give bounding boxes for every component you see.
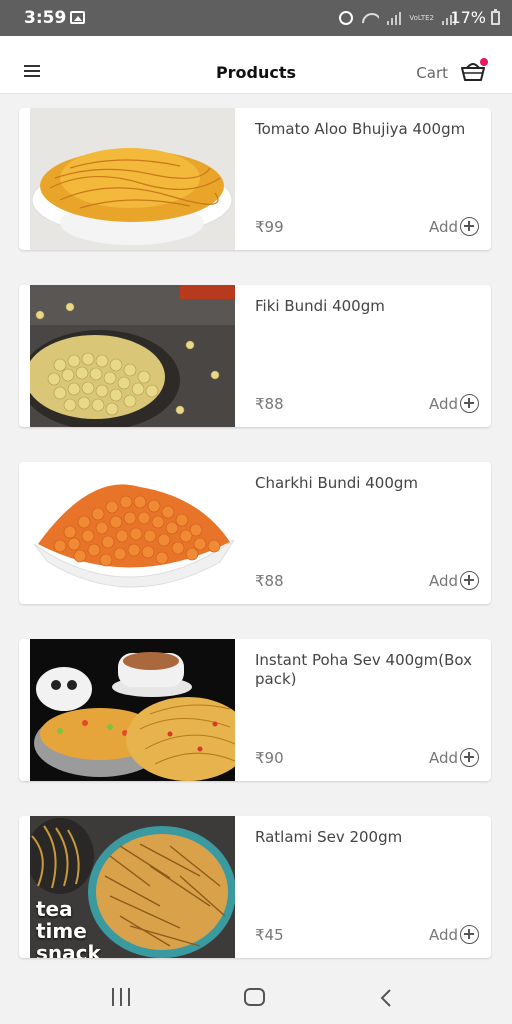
- add-to-cart-button[interactable]: Add: [429, 748, 479, 767]
- product-name: Fiki Bundi 400gm: [255, 297, 385, 315]
- product-name: Charkhi Bundi 400gm: [255, 474, 418, 492]
- caption-line-2: time: [36, 919, 87, 943]
- product-image-ratlami-sev[interactable]: tea time snack: [30, 816, 235, 958]
- system-nav-bar: [0, 968, 512, 1024]
- plus-circle-icon: [460, 217, 479, 236]
- add-label: Add: [428, 217, 458, 236]
- product-card[interactable]: Fiki Bundi 400gm ₹88 Add: [19, 285, 491, 427]
- caption-line-3: snack: [36, 941, 101, 958]
- product-image-fiki-bundi[interactable]: [30, 285, 235, 427]
- product-name: Tomato Aloo Bhujiya 400gm: [255, 120, 466, 138]
- add-label: Add: [428, 925, 458, 944]
- home-icon[interactable]: [244, 988, 265, 1006]
- status-icons: VoLTE2: [339, 9, 456, 27]
- product-name: Ratlami Sev 200gm: [255, 828, 403, 846]
- product-card[interactable]: tea time snack Ratlami Sev 200gm ₹45 Add: [19, 816, 491, 958]
- status-bar: 3:59 VoLTE2 17%: [0, 0, 512, 36]
- status-time: 3:59: [24, 8, 67, 28]
- plus-circle-icon: [460, 394, 479, 413]
- add-to-cart-button[interactable]: Add: [429, 925, 479, 944]
- product-image-poha-sev[interactable]: [30, 639, 235, 781]
- app-header: Products Cart: [0, 36, 512, 94]
- plus-circle-icon: [460, 571, 479, 590]
- cart-badge: [480, 58, 488, 66]
- plus-circle-icon: [460, 925, 479, 944]
- cart-basket-icon[interactable]: [460, 58, 488, 82]
- product-image-bhujiya[interactable]: [30, 108, 235, 250]
- product-name: Instant Poha Sev 400gm(Box pack): [255, 651, 473, 688]
- product-price: ₹99: [255, 218, 284, 236]
- product-card[interactable]: Charkhi Bundi 400gm ₹88 Add: [19, 462, 491, 604]
- caption-line-1: tea: [36, 897, 73, 921]
- add-label: Add: [428, 394, 458, 413]
- product-card[interactable]: Instant Poha Sev 400gm(Box pack) ₹90 Add: [19, 639, 491, 781]
- wifi-icon: [361, 11, 379, 25]
- signal-icon: [387, 11, 402, 25]
- recent-apps-icon[interactable]: [112, 988, 132, 1006]
- add-to-cart-button[interactable]: Add: [429, 394, 479, 413]
- product-image-charkhi-bundi[interactable]: [30, 462, 235, 604]
- add-to-cart-button[interactable]: Add: [429, 217, 479, 236]
- cart-link[interactable]: Cart: [416, 64, 448, 82]
- battery-icon: [491, 9, 500, 25]
- product-card[interactable]: Tomato Aloo Bhujiya 400gm ₹99 Add: [19, 108, 491, 250]
- image-caption: tea time snack: [36, 898, 101, 958]
- battery-percent: 17%: [450, 8, 486, 27]
- add-to-cart-button[interactable]: Add: [429, 571, 479, 590]
- gallery-notification-icon: [70, 11, 85, 24]
- add-label: Add: [428, 571, 458, 590]
- product-price: ₹88: [255, 572, 284, 590]
- volte-label: VoLTE2: [409, 13, 434, 22]
- product-price: ₹88: [255, 395, 284, 413]
- product-price: ₹90: [255, 749, 284, 767]
- alarm-icon: [339, 11, 354, 25]
- plus-circle-icon: [460, 748, 479, 767]
- product-price: ₹45: [255, 926, 284, 944]
- product-list: Tomato Aloo Bhujiya 400gm ₹99 Add Fiki B…: [19, 108, 491, 993]
- back-icon[interactable]: [378, 988, 394, 1008]
- add-label: Add: [428, 748, 458, 767]
